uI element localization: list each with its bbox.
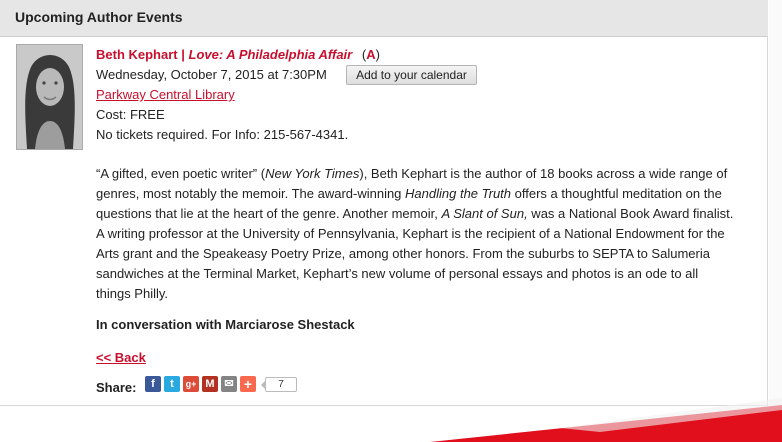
twitter-icon[interactable]: t <box>164 376 180 392</box>
venue-link[interactable]: Parkway Central Library <box>96 87 235 102</box>
add-to-calendar-button[interactable]: Add to your calendar <box>346 65 477 85</box>
author-name[interactable]: Beth Kephart <box>96 47 178 62</box>
desc-source: New York Times <box>265 166 360 181</box>
email-icon[interactable]: ✉ <box>221 376 237 392</box>
conversation-note: In conversation with Marciarose Shestack <box>96 317 355 332</box>
desc-book2: A Slant of Sun, <box>441 206 528 221</box>
share-count: 7 <box>261 377 297 392</box>
share-label: Share: <box>96 380 137 395</box>
title-separator: | <box>177 47 189 62</box>
desc-book1: Handling the Truth <box>405 186 512 201</box>
badge-paren-close: ) <box>375 47 380 62</box>
author-photo <box>16 44 83 150</box>
desc-quote: “A gifted, even poetic writer” ( <box>96 166 266 181</box>
event-datetime: Wednesday, October 7, 2015 at 7:30PM <box>96 67 327 82</box>
event-cost: Cost: FREE <box>96 107 165 122</box>
book-title[interactable]: Love: A Philadelphia Affair <box>189 47 353 62</box>
facebook-icon[interactable]: f <box>145 376 161 392</box>
scrollbar-track[interactable] <box>769 0 782 442</box>
google-plus-icon[interactable]: g+ <box>183 376 199 392</box>
panel-header: Upcoming Author Events <box>0 0 768 37</box>
badge-a[interactable]: A <box>366 47 375 62</box>
back-link[interactable]: << Back <box>96 350 146 365</box>
more-share-icon[interactable]: + <box>240 376 256 392</box>
event-description: “A gifted, even poetic writer” (New York… <box>96 164 736 304</box>
panel-title: Upcoming Author Events <box>15 9 183 25</box>
gmail-icon[interactable]: M <box>202 376 218 392</box>
event-tickets: No tickets required. For Info: 215-567-4… <box>96 127 349 142</box>
event-heading: Beth Kephart | Love: A Philadelphia Affa… <box>96 47 380 62</box>
